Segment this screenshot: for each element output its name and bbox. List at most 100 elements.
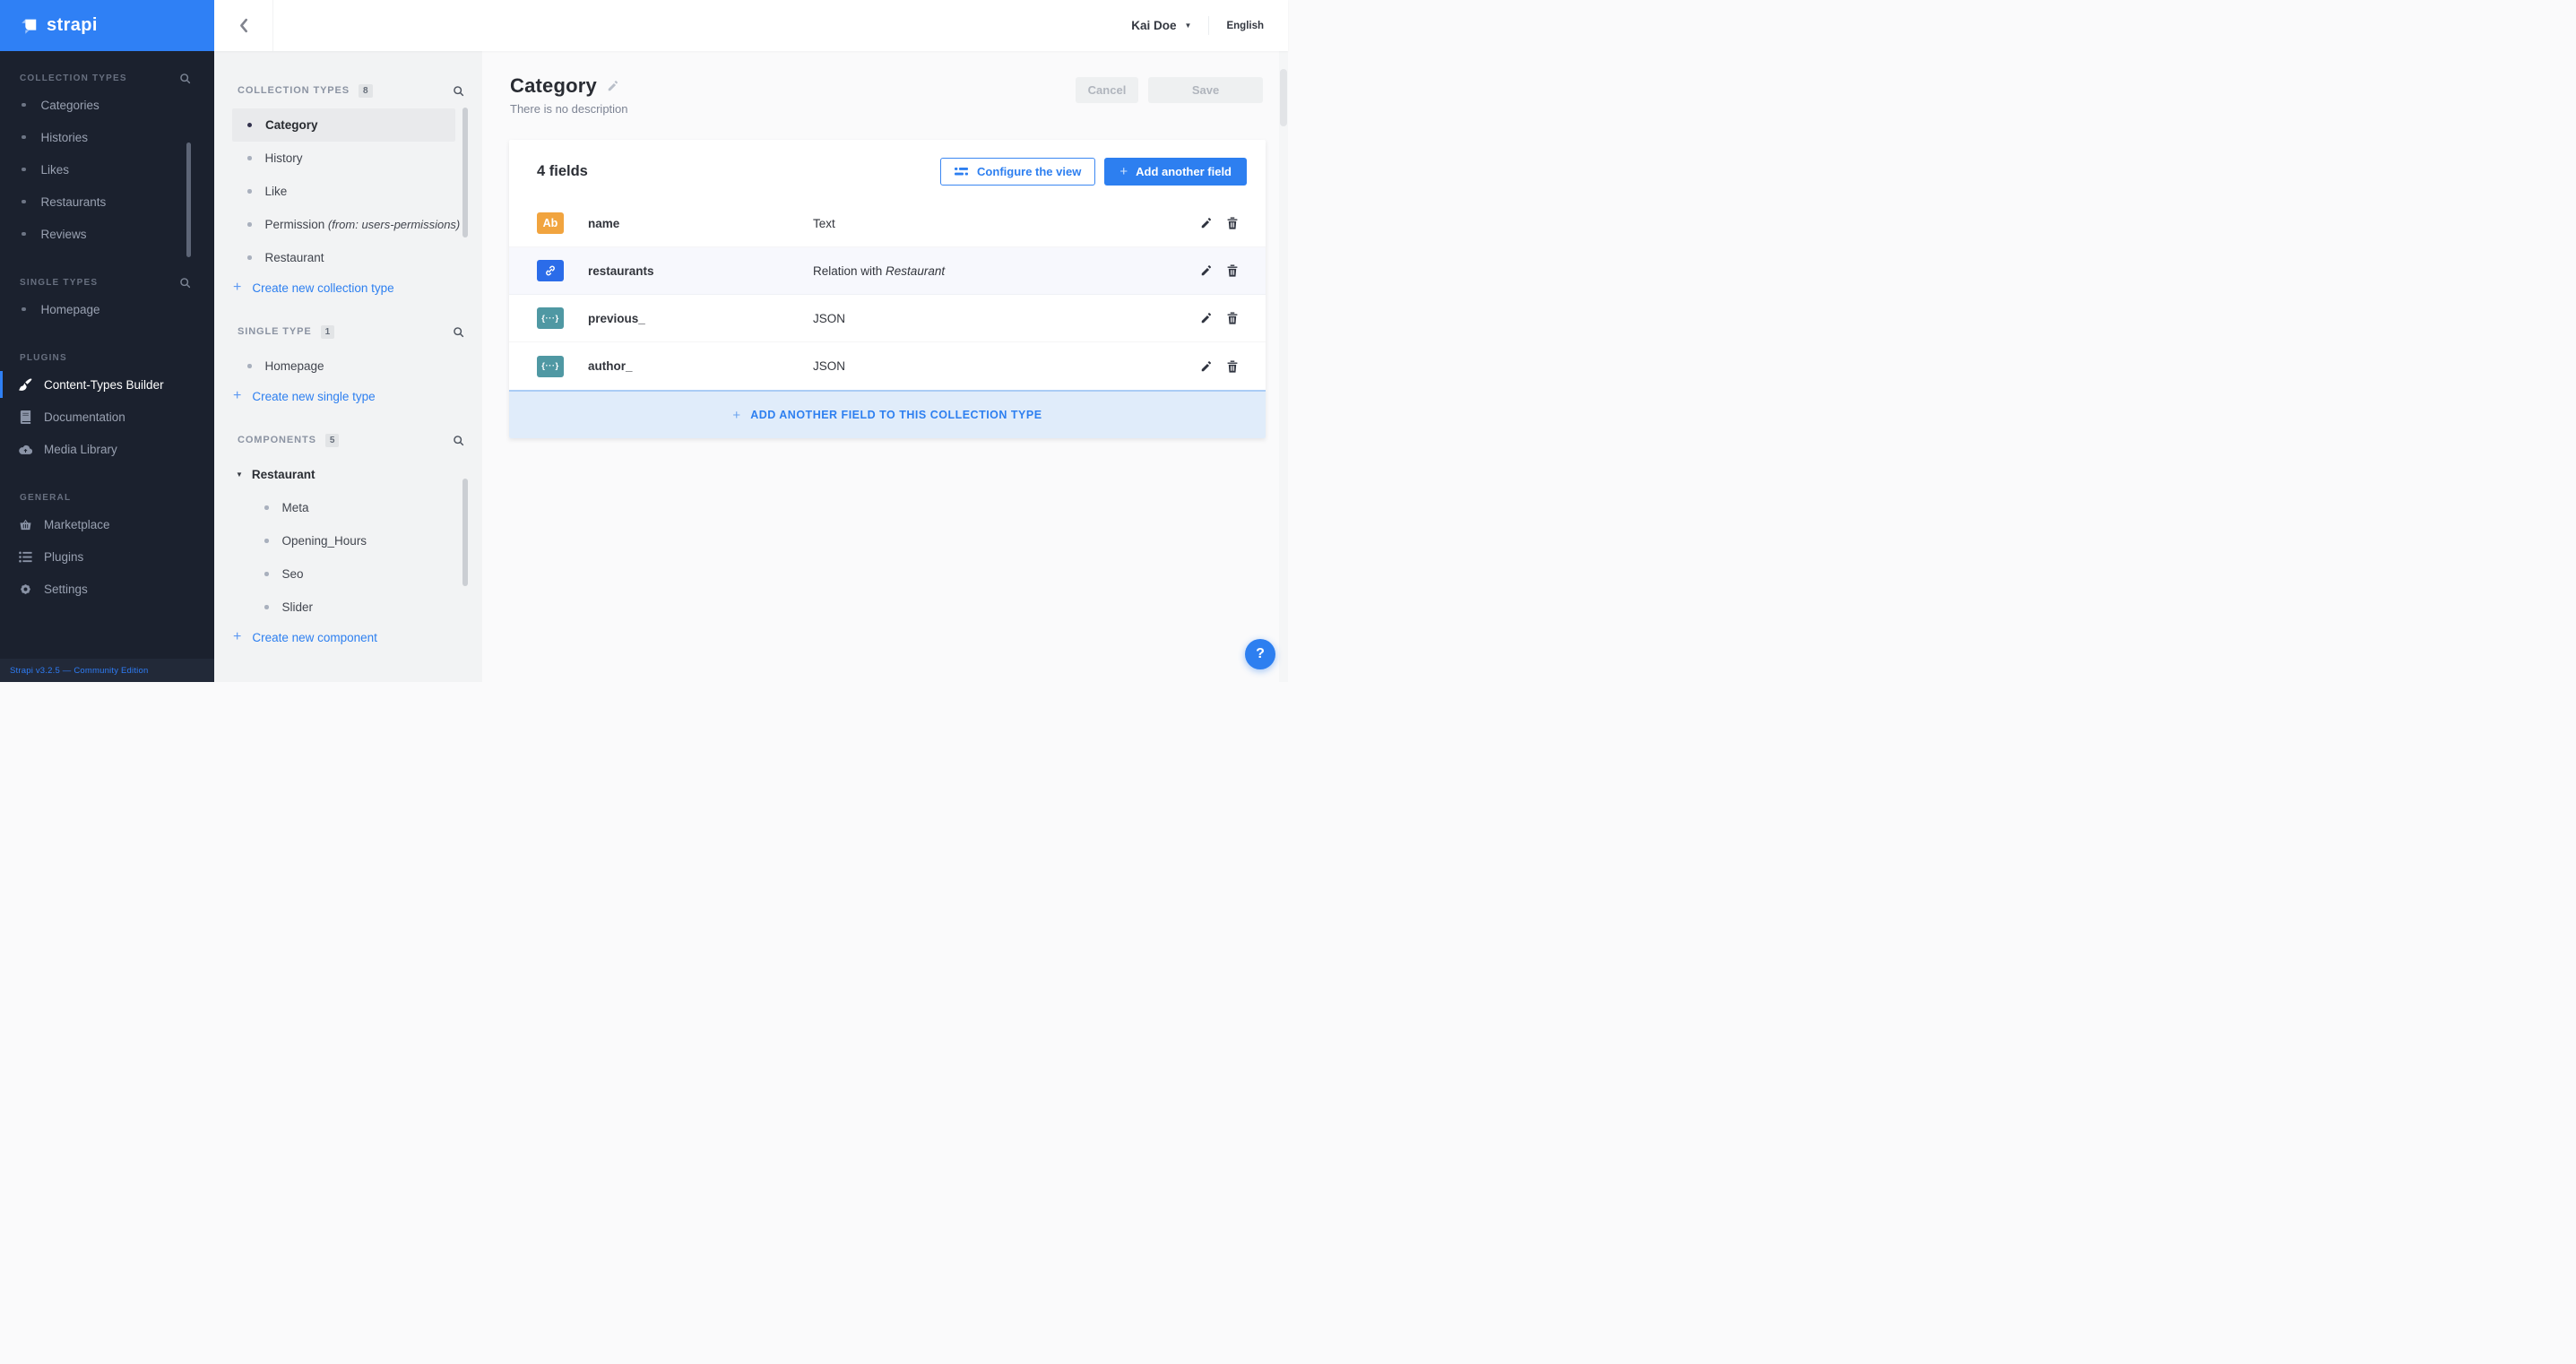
panel-section-label: SINGLE TYPE xyxy=(238,326,312,337)
panel-item-homepage[interactable]: Homepage xyxy=(214,350,482,383)
configure-view-button[interactable]: Configure the view xyxy=(940,158,1096,186)
chevron-left-icon xyxy=(240,18,247,33)
save-button[interactable]: Save xyxy=(1148,77,1263,103)
add-field-banner[interactable]: + ADD ANOTHER FIELD TO THIS COLLECTION T… xyxy=(509,390,1266,438)
field-name: name xyxy=(588,216,620,230)
panel-item-slider[interactable]: Slider xyxy=(214,591,482,624)
component-group-restaurant[interactable]: ▼ Restaurant xyxy=(214,458,482,491)
panel-item-category[interactable]: Category xyxy=(232,108,455,142)
bullet-icon xyxy=(264,539,269,543)
sidebar-item-likes[interactable]: Likes xyxy=(0,153,214,186)
section-label: PLUGINS xyxy=(20,352,67,363)
search-icon[interactable] xyxy=(179,73,191,84)
panel-item-history[interactable]: History xyxy=(214,142,482,175)
configure-view-icon xyxy=(955,168,969,176)
delete-field-trash-icon[interactable] xyxy=(1226,217,1239,229)
language-selector[interactable]: English xyxy=(1226,21,1264,31)
count-badge: 5 xyxy=(324,433,340,447)
delete-field-trash-icon[interactable] xyxy=(1226,264,1239,277)
top-bar: Kai Doe ▼ English xyxy=(214,0,1288,51)
plus-icon: + xyxy=(233,388,242,403)
field-row-restaurants[interactable]: restaurants Relation with Restaurant xyxy=(509,247,1266,295)
panel-item-permission[interactable]: Permission (from: users-permissions) xyxy=(214,208,482,241)
plus-icon: + xyxy=(233,629,242,644)
topbar-divider xyxy=(1208,16,1210,35)
schema-panel: COLLECTION TYPES 8 Category History Like… xyxy=(214,51,482,682)
sidebar-item-histories[interactable]: Histories xyxy=(0,121,214,153)
list-icon xyxy=(19,551,32,562)
search-icon[interactable] xyxy=(453,85,464,97)
main-sidebar: strapi COLLECTION TYPES Categories Histo… xyxy=(0,0,214,682)
edit-field-pencil-icon[interactable] xyxy=(1200,312,1213,324)
sidebar-item-restaurants[interactable]: Restaurants xyxy=(0,186,214,218)
bullet-icon xyxy=(22,134,26,140)
search-icon[interactable] xyxy=(453,326,464,338)
nav-section-single-types: SINGLE TYPES Homepage xyxy=(0,272,214,325)
panel-section-single-type: SINGLE TYPE 1 Homepage + Create new sing… xyxy=(214,321,482,410)
bullet-icon xyxy=(22,167,26,172)
fields-card-header: 4 fields Configure the view + Add anothe… xyxy=(509,140,1266,200)
sidebar-footer: Strapi v3.2.5 — Community Edition xyxy=(0,659,214,682)
edit-field-pencil-icon[interactable] xyxy=(1200,360,1213,373)
add-another-field-button[interactable]: + Add another field xyxy=(1104,158,1247,186)
permission-source-note: (from: users-permissions) xyxy=(324,218,461,231)
search-icon[interactable] xyxy=(453,435,464,446)
plus-icon: + xyxy=(233,280,242,295)
field-type: JSON xyxy=(813,311,846,325)
sidebar-item-categories[interactable]: Categories xyxy=(0,89,214,121)
create-single-type-link[interactable]: + Create new single type xyxy=(233,383,482,410)
strapi-logo[interactable]: strapi xyxy=(0,0,214,51)
create-component-link[interactable]: + Create new component xyxy=(233,624,482,651)
sidebar-item-homepage[interactable]: Homepage xyxy=(0,293,214,325)
user-menu[interactable]: Kai Doe ▼ xyxy=(1131,19,1191,32)
panel-item-meta[interactable]: Meta xyxy=(214,491,482,524)
edit-field-pencil-icon[interactable] xyxy=(1200,264,1213,277)
json-field-badge: {···} xyxy=(537,355,564,377)
field-row-name[interactable]: Ab name Text xyxy=(509,200,1266,247)
panel-item-like[interactable]: Like xyxy=(214,175,482,208)
field-type: Text xyxy=(813,216,835,230)
caret-down-icon: ▼ xyxy=(1184,21,1192,30)
main-content: Category There is no description Cancel … xyxy=(482,51,1288,682)
sidebar-scrollbar[interactable] xyxy=(186,142,191,257)
sidebar-item-plugins[interactable]: Plugins xyxy=(0,540,214,573)
field-row-author[interactable]: {···} author_ JSON xyxy=(509,342,1266,390)
sidebar-item-reviews[interactable]: Reviews xyxy=(0,218,214,250)
edit-title-pencil-icon[interactable] xyxy=(607,80,619,92)
strapi-version-link[interactable]: Strapi v3.2.5 — Community Edition xyxy=(10,666,148,676)
caret-expanded-icon: ▼ xyxy=(236,470,243,479)
delete-field-trash-icon[interactable] xyxy=(1226,359,1239,373)
sidebar-item-content-types-builder[interactable]: Content-Types Builder xyxy=(0,368,214,401)
sidebar-item-settings[interactable]: Settings xyxy=(0,573,214,605)
section-label: SINGLE TYPES xyxy=(20,277,99,288)
gear-icon xyxy=(21,583,30,594)
cancel-button[interactable]: Cancel xyxy=(1076,77,1138,103)
bullet-icon xyxy=(247,123,252,127)
sidebar-item-marketplace[interactable]: Marketplace xyxy=(0,508,214,540)
back-button[interactable] xyxy=(214,0,273,51)
bullet-icon xyxy=(247,255,252,260)
nav-section-plugins: PLUGINS Content-Types Builder Documentat… xyxy=(0,347,214,465)
bullet-icon xyxy=(22,199,26,204)
field-type: Relation with Restaurant xyxy=(813,263,946,278)
bullet-icon xyxy=(247,156,252,160)
panel-scrollbar[interactable] xyxy=(462,108,468,237)
sidebar-item-media-library[interactable]: Media Library xyxy=(0,433,214,465)
panel-item-restaurant[interactable]: Restaurant xyxy=(214,241,482,274)
create-collection-type-link[interactable]: + Create new collection type xyxy=(233,274,482,301)
section-label: COLLECTION TYPES xyxy=(20,73,127,83)
panel-item-seo[interactable]: Seo xyxy=(214,557,482,591)
bullet-icon xyxy=(264,572,269,576)
sidebar-item-documentation[interactable]: Documentation xyxy=(0,401,214,433)
field-row-previous[interactable]: {···} previous_ JSON xyxy=(509,295,1266,342)
edit-field-pencil-icon[interactable] xyxy=(1200,217,1213,229)
help-button[interactable]: ? xyxy=(1245,639,1275,669)
panel-scrollbar[interactable] xyxy=(462,479,468,586)
main-scrollbar-thumb[interactable] xyxy=(1280,69,1287,126)
search-icon[interactable] xyxy=(179,277,191,289)
panel-item-opening-hours[interactable]: Opening_Hours xyxy=(214,524,482,557)
field-type: JSON xyxy=(813,359,846,373)
bullet-icon xyxy=(22,306,26,312)
delete-field-trash-icon[interactable] xyxy=(1226,312,1239,324)
book-icon xyxy=(20,410,31,424)
